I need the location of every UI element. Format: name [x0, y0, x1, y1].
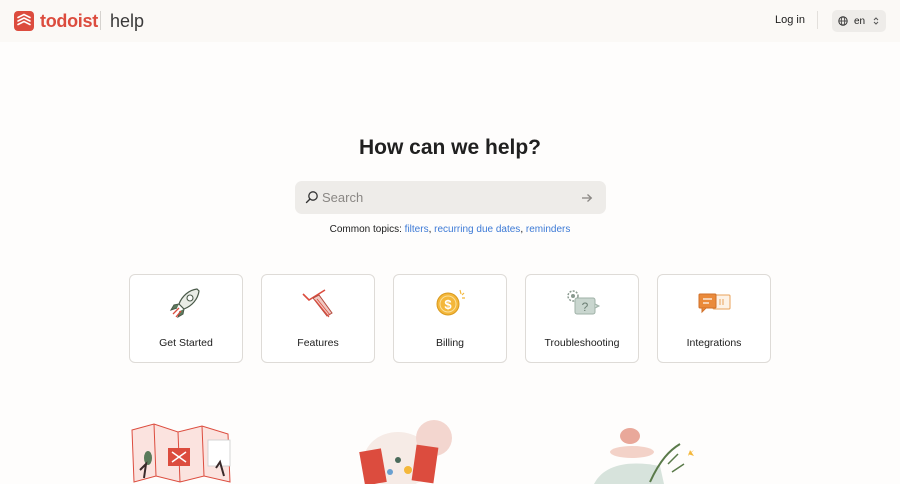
book-illustration: [359, 420, 452, 484]
language-code: en: [854, 15, 866, 27]
topic-link-reminders[interactable]: reminders: [526, 224, 570, 235]
balance-stones-illustration: [594, 428, 694, 484]
help-section-label[interactable]: help: [110, 11, 144, 32]
category-card-billing[interactable]: $ Billing: [393, 274, 507, 363]
todoist-logo-icon: [14, 11, 34, 31]
topics-prefix: Common topics:: [329, 224, 402, 235]
common-topics: Common topics: filters, recurring due da…: [0, 224, 900, 235]
checkmark-pen-icon: [302, 289, 333, 318]
map-illustration: [131, 423, 231, 483]
language-select[interactable]: en: [832, 10, 886, 32]
category-card-get-started[interactable]: Get Started: [129, 274, 243, 363]
page-title: How can we help?: [358, 136, 542, 159]
search-icon: [305, 191, 318, 204]
header-divider: [817, 11, 818, 29]
search-input[interactable]: [322, 187, 572, 208]
coin-icon: $: [436, 289, 465, 316]
logo-divider: [100, 11, 101, 30]
category-label: Features: [297, 337, 339, 349]
topic-link-recurring-due-dates[interactable]: recurring due dates: [434, 224, 520, 235]
category-label: Billing: [435, 337, 464, 349]
todoist-logo[interactable]: todoist: [14, 10, 98, 32]
category-card-integrations[interactable]: Integrations: [657, 274, 771, 363]
category-label: Get Started: [159, 337, 213, 349]
rocket-icon: [169, 288, 200, 319]
chevron-updown-icon: [873, 17, 879, 25]
topics-separator: ,: [520, 224, 524, 235]
chat-bubbles-icon: [698, 293, 731, 314]
login-link[interactable]: Log in: [775, 14, 805, 26]
arrow-right-icon: [582, 194, 593, 202]
svg-text:?: ?: [582, 300, 589, 314]
search-bar: [295, 181, 606, 214]
search-submit-button[interactable]: [577, 188, 597, 208]
category-card-troubleshooting[interactable]: ? Troubleshooting: [525, 274, 639, 363]
topics-separator: ,: [428, 224, 432, 235]
site-header: todoist help Log in en: [0, 0, 900, 42]
globe-icon: [838, 16, 848, 26]
category-label: Troubleshooting: [544, 337, 620, 349]
svg-text:$: $: [444, 297, 452, 312]
gear-question-icon: ?: [567, 290, 601, 315]
topic-link-filters[interactable]: filters: [405, 224, 429, 235]
brand-name: todoist: [40, 10, 98, 31]
category-label: Integrations: [686, 337, 742, 349]
category-card-features[interactable]: Features: [261, 274, 375, 363]
